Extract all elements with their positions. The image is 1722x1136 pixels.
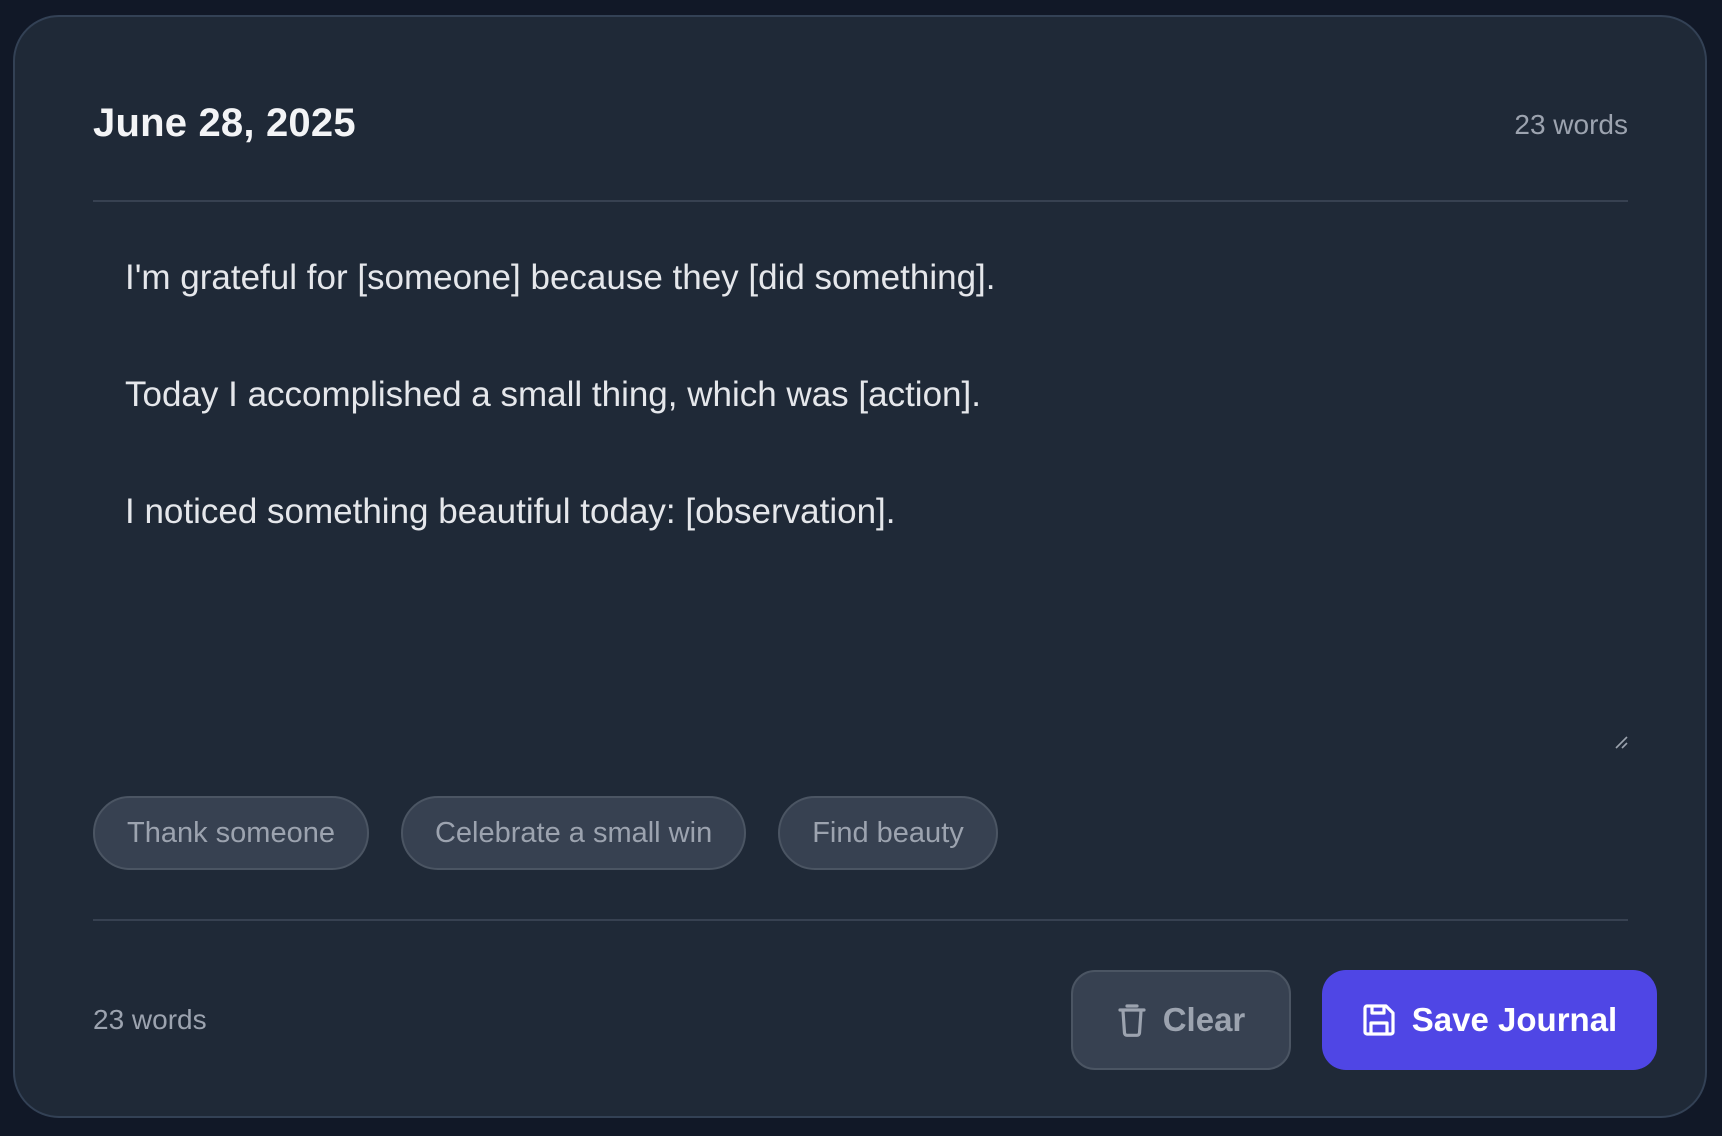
entry-line-grateful: I'm grateful for [someone] because they …: [125, 258, 996, 297]
clear-button[interactable]: Clear: [1071, 970, 1291, 1070]
save-journal-button[interactable]: Save Journal: [1322, 970, 1657, 1070]
journal-textarea[interactable]: I'm grateful for [someone] because they …: [93, 257, 1628, 749]
trash-icon: [1118, 1004, 1146, 1037]
resize-handle-icon[interactable]: [1614, 735, 1628, 749]
chip-celebrate-small-win[interactable]: Celebrate a small win: [400, 796, 747, 870]
footer-divider: [93, 919, 1628, 921]
floppy-disk-icon: [1363, 1004, 1395, 1036]
word-count-header: 23 words: [1514, 109, 1628, 140]
clear-label: Clear: [1162, 1001, 1246, 1038]
save-label: Save Journal: [1411, 1001, 1618, 1038]
word-count-footer: 23 words: [93, 1004, 207, 1035]
entry-line-accomplished: Today I accomplished a small thing, whic…: [125, 375, 981, 414]
chip-thank-someone[interactable]: Thank someone: [93, 796, 369, 870]
chip-find-beauty[interactable]: Find beauty: [778, 796, 998, 870]
header-divider: [93, 200, 1628, 202]
prompt-chips: Thank someone Celebrate a small win Find…: [93, 796, 998, 870]
entry-date: June 28, 2025: [93, 101, 356, 145]
entry-line-beautiful: I noticed something beautiful today: [ob…: [125, 492, 896, 531]
journal-card: June 28, 2025 23 words I'm grateful for …: [13, 15, 1707, 1118]
